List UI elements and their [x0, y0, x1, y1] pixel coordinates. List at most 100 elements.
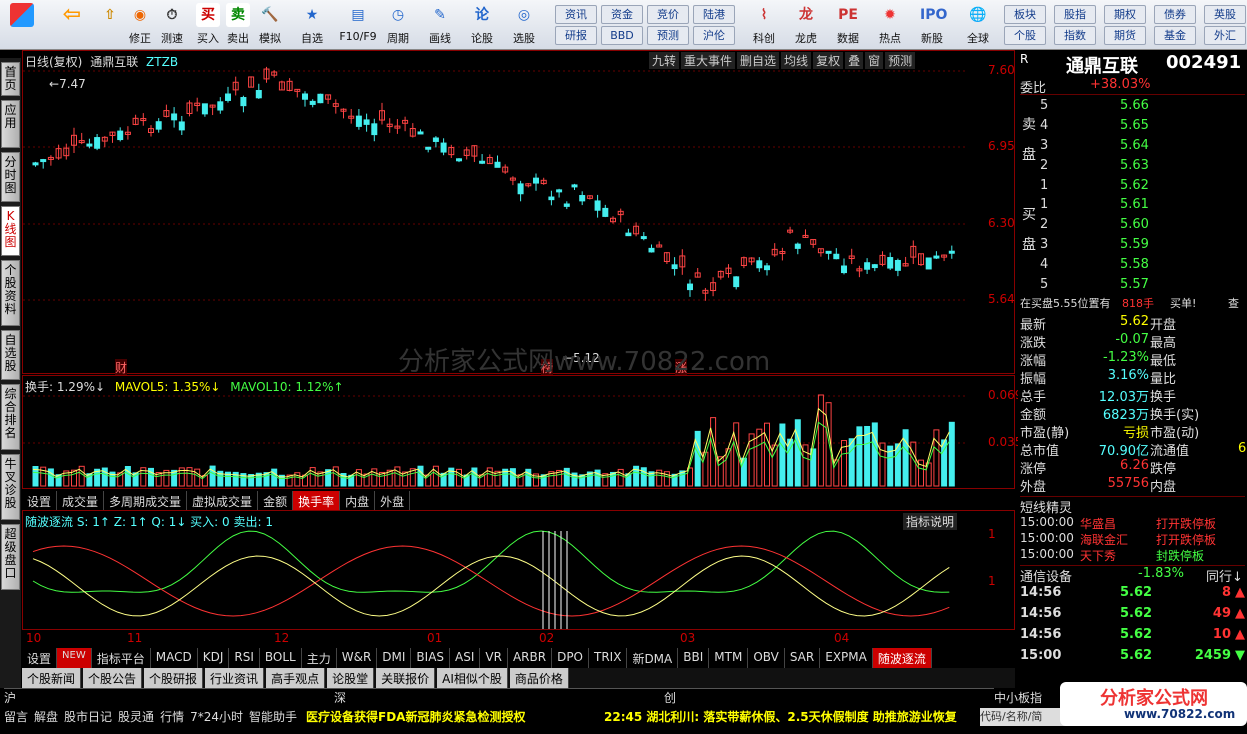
dragon-tiger-button[interactable]: 龙龙虎 [790, 3, 822, 47]
news-tab[interactable]: 行业资讯 [205, 668, 265, 688]
indicator-panel[interactable]: 随波逐流 S: 1↑ Z: 1↑ Q: 1↓ 买入: 0 卖出: 1 指标说明 … [22, 510, 1015, 630]
indicator-tab[interactable]: DPO [552, 648, 589, 668]
funds-button[interactable]: 资金 [601, 5, 643, 24]
volume-tab[interactable]: 金额 [258, 491, 294, 511]
market-sz[interactable]: 深 [334, 689, 346, 706]
sell-level[interactable]: 3 5.64 [1020, 138, 1245, 156]
volume-chart[interactable] [23, 376, 966, 488]
buy-level[interactable]: 2 5.60 [1020, 217, 1245, 235]
auction-button[interactable]: 竞价 [647, 5, 689, 24]
select-stock-button[interactable]: ◎ 选股 [508, 3, 540, 47]
kline-panel[interactable]: 日线(复权) 通鼎互联 ZTZB 九转 重大事件 删自选 均线 复权 叠 窗 预… [22, 50, 1015, 377]
simulate-button[interactable]: 🔨 模拟 [254, 3, 286, 47]
market-gem[interactable]: 创 [664, 689, 676, 706]
indicator-tab[interactable]: ASI [450, 648, 481, 668]
funds-market-button[interactable]: 基金 [1154, 26, 1196, 45]
tab-home[interactable]: 首页 [1, 62, 20, 96]
indices-button[interactable]: 指数 [1054, 26, 1096, 45]
period-button[interactable]: ◷ 周期 [382, 3, 414, 47]
volume-tab[interactable]: 换手率 [293, 491, 341, 511]
kline-chart[interactable] [23, 51, 966, 373]
indicator-tab[interactable]: W&R [337, 648, 378, 668]
indicator-tab[interactable]: 设置 [22, 648, 58, 668]
buy-level[interactable]: 4 5.58 [1020, 257, 1245, 275]
indicator-tab[interactable]: SAR [785, 648, 821, 668]
indicator-tab[interactable]: OBV [748, 648, 785, 668]
uk-stocks-button[interactable]: 英股 [1204, 5, 1246, 24]
big-order-view[interactable]: 查 [1228, 295, 1239, 311]
link-message[interactable]: 留言 [4, 708, 28, 725]
volume-panel[interactable]: 换手: 1.29%↓ MAVOL5: 1.35%↓ MAVOL10: 1.12%… [22, 375, 1022, 489]
indicator-tab[interactable]: 指标平台 [92, 648, 151, 668]
indicator-tab[interactable]: BOLL [260, 648, 302, 668]
page-up-button[interactable]: ⇧ [94, 3, 126, 47]
tab-watchlist[interactable]: 自选股 [1, 330, 20, 380]
buy-level[interactable]: 5 5.57 [1020, 277, 1245, 295]
buy-button[interactable]: 买买入 [192, 3, 224, 47]
indicator-tab[interactable]: EXPMA [820, 648, 873, 668]
short-title[interactable]: 短线精灵 [1020, 496, 1245, 516]
volume-tab[interactable]: 虚拟成交量 [187, 491, 259, 511]
market-sh[interactable]: 沪 [4, 689, 16, 706]
volume-tab[interactable]: 内盘 [340, 491, 376, 511]
sector-more[interactable]: 同行↓ [1206, 566, 1243, 585]
big-order-alert[interactable]: 在买盘5.55位置有 818手 买单! 查 [1020, 295, 1245, 313]
forex-button[interactable]: 外汇 [1204, 26, 1246, 45]
news-tab[interactable]: 论股堂 [327, 668, 375, 688]
hk-connect-button[interactable]: 陆港 [693, 5, 735, 24]
watchlist-button[interactable]: ★ 自选 [296, 3, 328, 47]
discuss-button[interactable]: 论论股 [466, 3, 498, 47]
buy-level[interactable]: 3 5.59 [1020, 237, 1245, 255]
link-assistant[interactable]: 智能助手 [249, 708, 297, 725]
tab-super-book[interactable]: 超级盘口 [1, 524, 20, 590]
research-button[interactable]: 研报 [555, 26, 597, 45]
indicator-tab[interactable]: 新DMA [627, 648, 679, 668]
shanghai-london-button[interactable]: 沪伦 [693, 26, 735, 45]
back-button[interactable]: ⇦ [56, 3, 88, 47]
data-button[interactable]: PE 数据 [832, 3, 864, 47]
indicator-tab[interactable]: MACD [151, 648, 198, 668]
short-item[interactable]: 15:00:00 天下秀 封跌停板 [1020, 547, 1245, 565]
link-diary[interactable]: 股市日记 [64, 708, 112, 725]
volume-tab[interactable]: 成交量 [57, 491, 105, 511]
news-tab[interactable]: 关联报价 [376, 668, 436, 688]
news-tab[interactable]: 商品价格 [509, 668, 569, 688]
indicator-tab[interactable]: 主力 [302, 648, 337, 668]
sector-button[interactable]: 板块 [1004, 5, 1046, 24]
news-tab[interactable]: 个股公告 [83, 668, 143, 688]
news-tab[interactable]: AI相似个股 [437, 668, 508, 688]
market-sme[interactable]: 中小板指 [994, 689, 1042, 706]
news-tab[interactable]: 高手观点 [266, 668, 326, 688]
volume-tab[interactable]: 多周期成交量 [104, 491, 188, 511]
link-247[interactable]: 7*24小时 [190, 708, 243, 725]
f10-button[interactable]: ▤ F10/F9 [338, 3, 378, 47]
index-futures-button[interactable]: 股指 [1054, 5, 1096, 24]
global-button[interactable]: 🌐 全球 [962, 3, 994, 47]
volume-tab[interactable]: 外盘 [375, 491, 411, 511]
news-tab[interactable]: 个股新闻 [22, 668, 82, 688]
indicator-tab[interactable]: RSI [229, 648, 260, 668]
tab-apps[interactable]: 应用 [1, 100, 20, 148]
bonds-button[interactable]: 债券 [1154, 5, 1196, 24]
options-button[interactable]: 期权 [1104, 5, 1146, 24]
app-logo[interactable] [6, 3, 38, 47]
tab-diagnosis[interactable]: 牛叉诊股 [1, 454, 20, 520]
sell-level[interactable]: 4 5.65 [1020, 118, 1245, 136]
tab-kline[interactable]: K线图 [1, 206, 20, 256]
sell-level[interactable]: 2 5.63 [1020, 158, 1245, 176]
hotspot-button[interactable]: ✹ 热点 [874, 3, 906, 47]
bbd-button[interactable]: BBD [601, 26, 643, 45]
indicator-tab[interactable]: DMI [377, 648, 412, 668]
news-ticker-1[interactable]: 医疗设备获得FDA新冠肺炎紧急检测授权 [306, 708, 525, 725]
indicator-tab[interactable]: VR [480, 648, 508, 668]
link-lingtong[interactable]: 股灵通 [118, 708, 154, 725]
sell-button[interactable]: 卖卖出 [222, 3, 254, 47]
news-ticker-2[interactable]: 22:45 湖北利川: 落实带薪休假、2.5天休假制度 助推旅游业恢复 [604, 708, 978, 725]
indicator-tab[interactable]: TRIX [589, 648, 628, 668]
fix-button[interactable]: ◉ 修正 [124, 3, 156, 47]
star-market-button[interactable]: ⌇ 科创 [748, 3, 780, 47]
indicator-tab[interactable]: KDJ [198, 648, 230, 668]
tab-intraday[interactable]: 分时图 [1, 152, 20, 202]
indicator-tab[interactable]: BIAS [411, 648, 451, 668]
sell-level[interactable]: 5 5.66 [1020, 98, 1245, 116]
